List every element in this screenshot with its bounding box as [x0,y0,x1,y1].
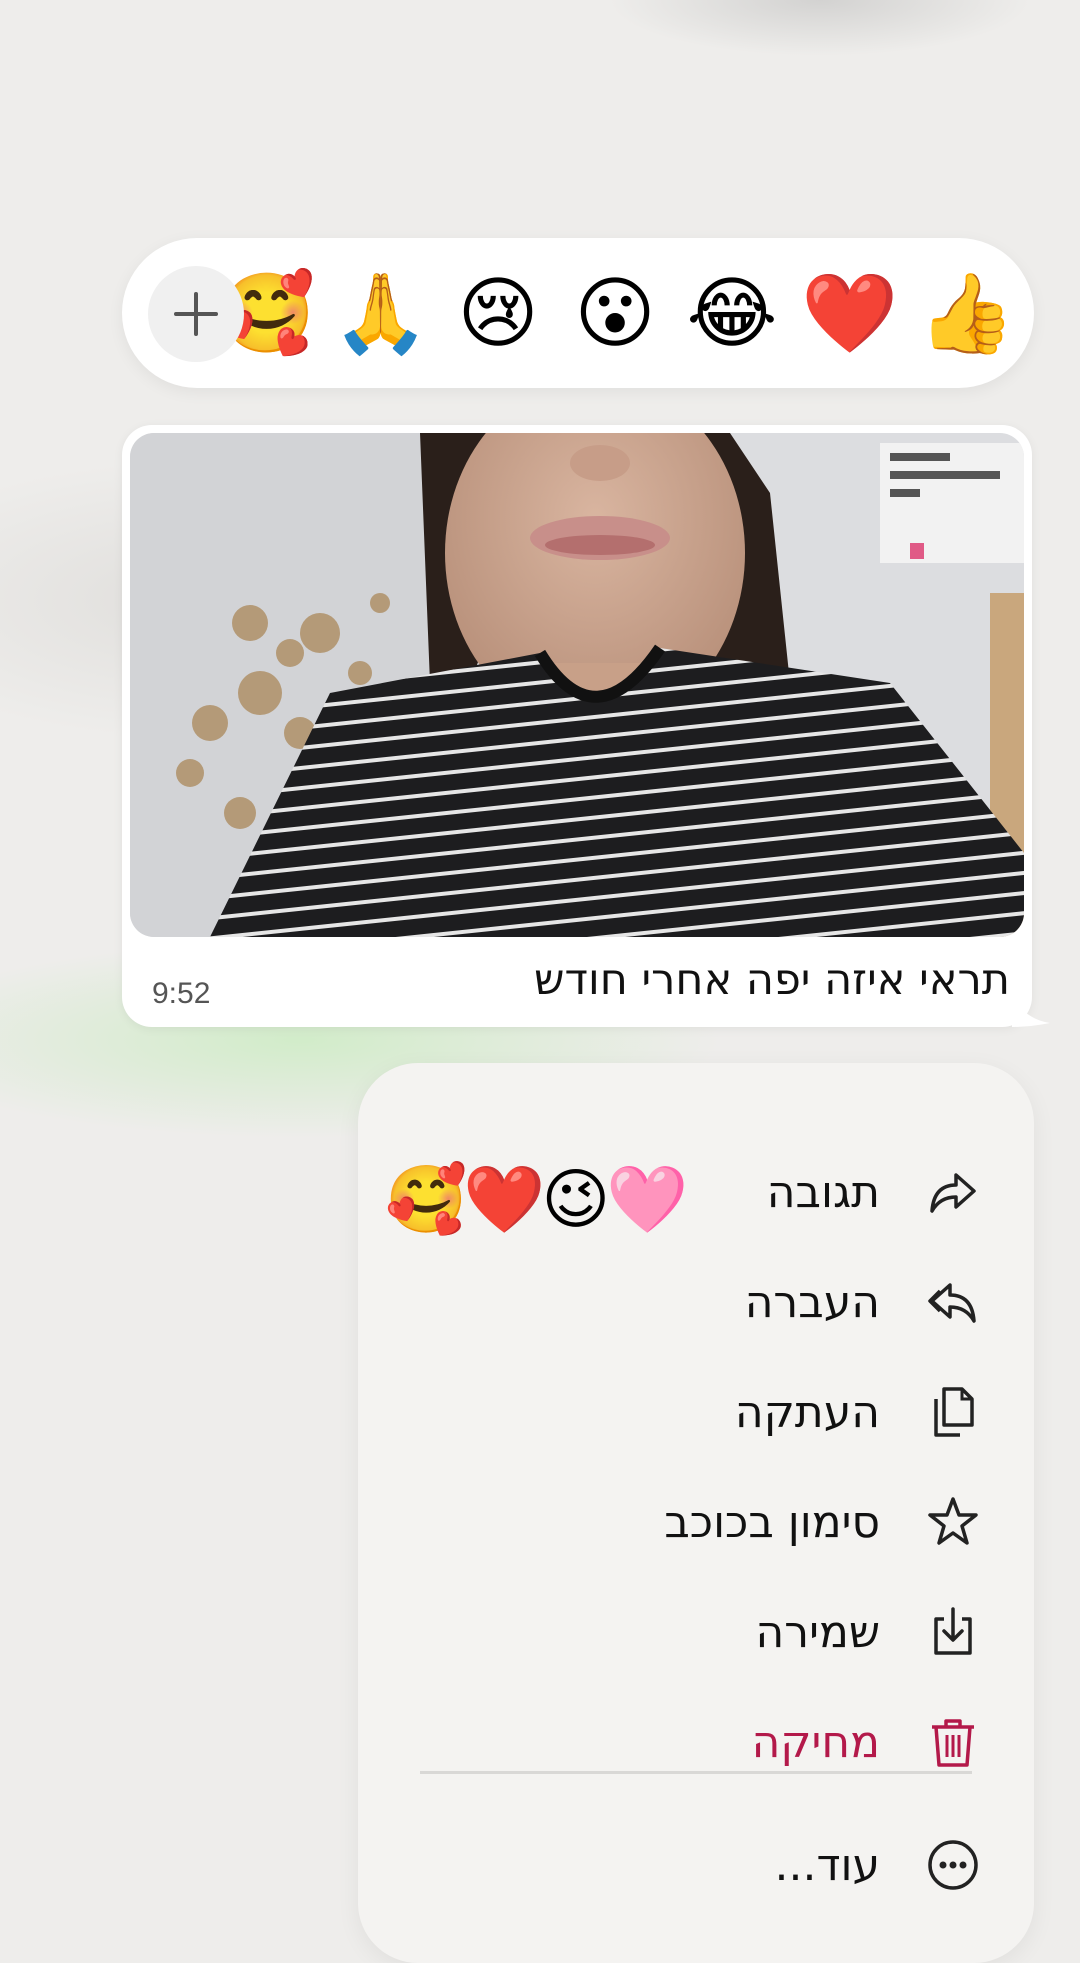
menu-item-label: סימון בכוכב [664,1496,880,1548]
reaction-pray[interactable]: 🙏 [332,266,429,362]
message-bubble[interactable]: תראי איזה יפה אחרי חודש 9:52 [122,425,1032,1027]
trash-icon [924,1713,982,1771]
bubble-tail [1012,995,1050,1027]
menu-item-forward[interactable]: העברה [382,1257,982,1347]
reply-arrow-icon [924,1163,982,1221]
menu-item-label: מחיקה [751,1716,880,1768]
selfie-photo-image [130,433,1024,937]
menu-item-label: שמירה [755,1606,880,1658]
sticker-emoji-reactions: 🥰❤️😉🩷 [385,1161,688,1238]
menu-item-label: העתקה [734,1386,880,1438]
star-icon [924,1493,982,1551]
menu-item-label: תגובה [766,1166,880,1218]
copy-icon [924,1383,982,1441]
plus-icon [174,292,218,336]
menu-item-save[interactable]: שמירה [382,1587,982,1677]
message-timestamp: 9:52 [152,977,211,1010]
menu-item-star[interactable]: סימון בכוכב [382,1477,982,1567]
reaction-bar: 🥰 🙏 😢 😮 😂 ❤️ 👍 [122,238,1034,388]
add-reaction-button[interactable] [148,266,244,362]
menu-item-more[interactable]: עוד... [382,1820,982,1910]
reaction-wow[interactable]: 😮 [567,266,663,362]
message-photo[interactable] [130,433,1024,937]
save-download-icon [924,1603,982,1661]
menu-divider [420,1771,972,1774]
menu-item-copy[interactable]: העתקה [382,1367,982,1457]
reaction-heart[interactable]: ❤️ [801,266,898,362]
more-dots-icon [924,1836,982,1894]
reaction-laugh[interactable]: 😂 [684,266,780,362]
message-caption: תראי איזה יפה אחרי חודש [534,955,1010,1005]
reaction-thumbs-up[interactable]: 👍 [918,266,1015,362]
reaction-cry[interactable]: 😢 [450,266,546,362]
menu-item-label: עוד... [774,1839,880,1891]
forward-arrow-icon [924,1273,982,1331]
menu-item-label: העברה [744,1276,880,1328]
